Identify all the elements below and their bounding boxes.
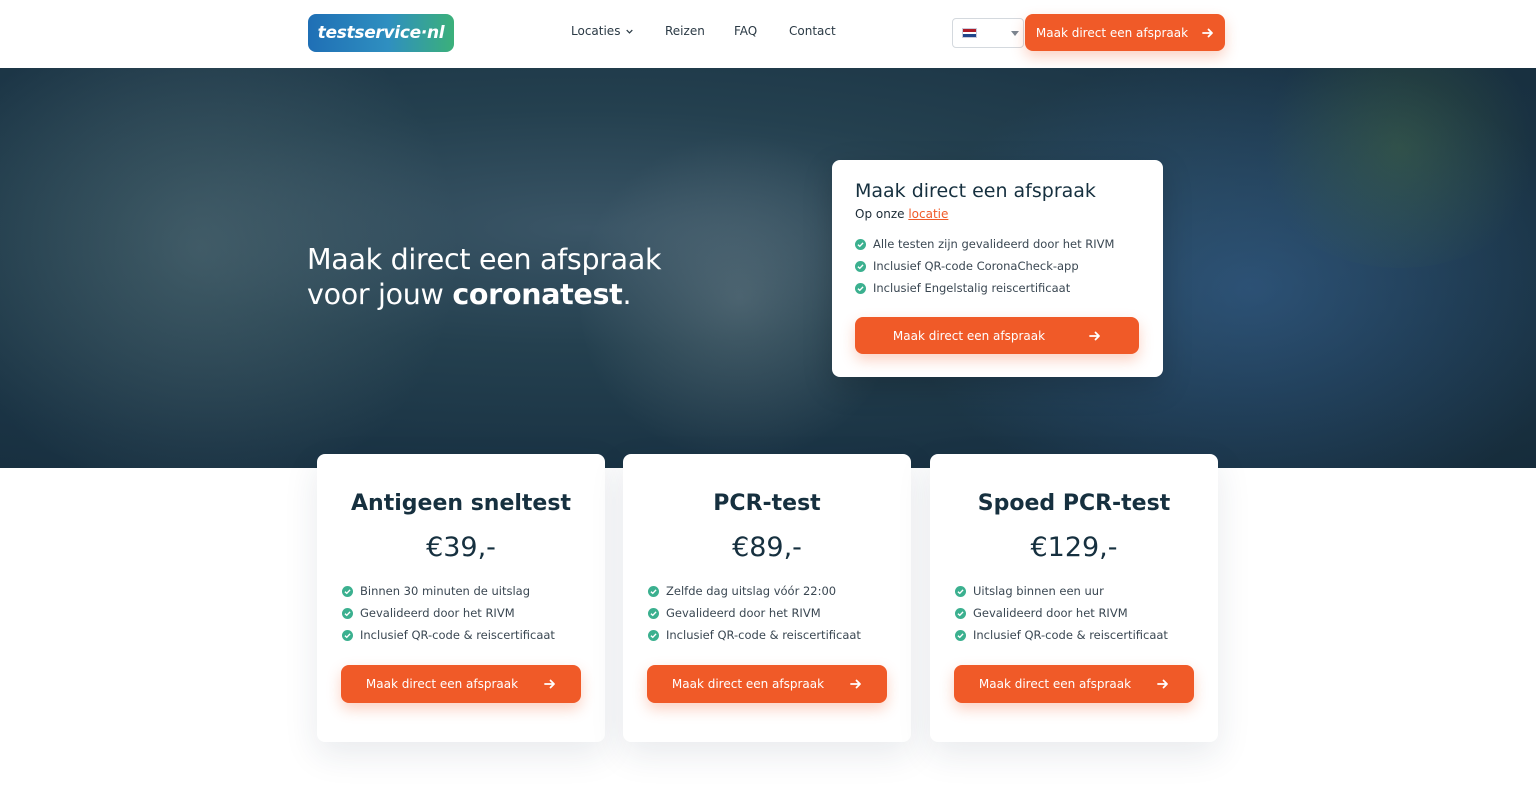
feature-text: Inclusief QR-code & reiscertificaat	[360, 628, 555, 642]
nav-item-label: FAQ	[734, 24, 758, 38]
check-circle-icon	[648, 607, 659, 619]
hero-heading-emphasis: coronatest	[452, 278, 623, 311]
hero-heading: Maak direct een afspraak voor jouw coron…	[307, 242, 727, 312]
card-title: Spoed PCR-test	[977, 491, 1171, 516]
check-circle-icon	[648, 585, 659, 597]
feature-text: Binnen 30 minuten de uitslag	[360, 584, 531, 598]
language-select[interactable]	[952, 18, 1024, 48]
arrow-right-icon	[1202, 28, 1213, 37]
feature-item: Uitslag binnen een uur	[955, 580, 1168, 602]
arrow-right-icon	[850, 679, 861, 689]
feature-text: Gevalideerd door het RIVM	[973, 606, 1128, 620]
feature-text: Gevalideerd door het RIVM	[360, 606, 515, 620]
feature-item: Inclusief QR-code & reiscertificaat	[955, 624, 1168, 646]
button-label: Maak direct een afspraak	[365, 677, 519, 691]
card-price: €39,-	[426, 532, 496, 563]
feature-item: Inclusief Engelstalig reiscertificaat	[855, 277, 1114, 299]
card-features: Uitslag binnen een uur Gevalideerd door …	[955, 580, 1168, 646]
check-circle-icon	[855, 260, 866, 272]
arrow-right-icon	[1157, 679, 1168, 689]
header-appointment-button[interactable]: Maak direct een afspraak	[1025, 14, 1225, 51]
card-title: PCR-test	[713, 491, 821, 516]
card-appointment-button[interactable]: Maak direct een afspraak	[954, 665, 1194, 703]
nav-item-contact[interactable]: Contact	[789, 24, 836, 38]
arrow-right-icon	[544, 679, 555, 689]
check-circle-icon	[342, 629, 353, 641]
location-link[interactable]: locatie	[908, 207, 948, 221]
hero-heading-suffix: .	[622, 278, 632, 311]
nav-item-locaties[interactable]: Locaties	[571, 24, 634, 38]
hero-section	[0, 68, 1536, 468]
nl-flag-icon	[962, 28, 977, 38]
check-circle-icon	[648, 629, 659, 641]
feature-text: Uitslag binnen een uur	[973, 584, 1104, 598]
button-label: Maak direct een afspraak	[978, 677, 1132, 691]
card-title: Antigeen sneltest	[351, 491, 571, 516]
subtitle-text: Op onze	[855, 207, 909, 221]
feature-text: Zelfde dag uitslag vóór 22:00	[666, 584, 837, 598]
feature-item: Inclusief QR-code & reiscertificaat	[648, 624, 861, 646]
card-price: €129,-	[1030, 532, 1118, 563]
nav-item-reizen[interactable]: Reizen	[665, 24, 705, 38]
chevron-down-icon	[626, 29, 634, 34]
card-features: Binnen 30 minuten de uitslag Gevalideerd…	[342, 580, 555, 646]
arrow-right-icon	[1089, 331, 1100, 340]
hero-heading-line1: Maak direct een afspraak	[307, 243, 662, 276]
button-label: Maak direct een afspraak	[1035, 25, 1189, 40]
caret-down-icon	[1011, 31, 1019, 36]
feature-text: Inclusief QR-code CoronaCheck-app	[873, 259, 1079, 273]
hero-heading-line2: voor jouw	[307, 278, 453, 311]
check-circle-icon	[955, 585, 966, 597]
button-label: Maak direct een afspraak	[892, 328, 1046, 343]
site-header: testservice·nl Locaties Reizen FAQ Conta…	[0, 0, 1536, 68]
hero-card-subtitle: Op onze locatie	[855, 207, 948, 221]
feature-item: Gevalideerd door het RIVM	[648, 602, 861, 624]
feature-text: Gevalideerd door het RIVM	[666, 606, 821, 620]
feature-item: Gevalideerd door het RIVM	[342, 602, 555, 624]
feature-text: Alle testen zijn gevalideerd door het RI…	[873, 237, 1115, 251]
card-price: €89,-	[732, 532, 802, 563]
check-circle-icon	[855, 238, 866, 250]
check-circle-icon	[955, 607, 966, 619]
hero-appointment-card: Maak direct een afspraak Op onze locatie…	[832, 160, 1163, 377]
hero-card-features: Alle testen zijn gevalideerd door het RI…	[855, 233, 1114, 299]
check-circle-icon	[855, 282, 866, 294]
feature-text: Inclusief QR-code & reiscertificaat	[973, 628, 1168, 642]
feature-item: Gevalideerd door het RIVM	[955, 602, 1168, 624]
card-features: Zelfde dag uitslag vóór 22:00 Gevalideer…	[648, 580, 861, 646]
card-appointment-button[interactable]: Maak direct een afspraak	[647, 665, 887, 703]
nav-item-faq[interactable]: FAQ	[734, 24, 757, 38]
hero-appointment-button[interactable]: Maak direct een afspraak	[855, 317, 1139, 354]
feature-item: Inclusief QR-code CoronaCheck-app	[855, 255, 1114, 277]
check-circle-icon	[342, 607, 353, 619]
feature-item: Zelfde dag uitslag vóór 22:00	[648, 580, 861, 602]
price-card-antigeen: Antigeen sneltest €39,- Binnen 30 minute…	[317, 454, 605, 742]
feature-item: Alle testen zijn gevalideerd door het RI…	[855, 233, 1114, 255]
feature-text: Inclusief Engelstalig reiscertificaat	[873, 281, 1071, 295]
feature-item: Inclusief QR-code & reiscertificaat	[342, 624, 555, 646]
nav-item-label: Reizen	[665, 24, 705, 38]
check-circle-icon	[342, 585, 353, 597]
check-circle-icon	[955, 629, 966, 641]
price-card-pcr: PCR-test €89,- Zelfde dag uitslag vóór 2…	[623, 454, 911, 742]
card-appointment-button[interactable]: Maak direct een afspraak	[341, 665, 581, 703]
nav-item-label: Locaties	[571, 24, 621, 38]
feature-item: Binnen 30 minuten de uitslag	[342, 580, 555, 602]
feature-text: Inclusief QR-code & reiscertificaat	[666, 628, 861, 642]
hero-card-title: Maak direct een afspraak	[855, 180, 1096, 202]
site-logo[interactable]: testservice·nl	[308, 14, 454, 52]
price-card-spoed-pcr: Spoed PCR-test €129,- Uitslag binnen een…	[930, 454, 1218, 742]
button-label: Maak direct een afspraak	[671, 677, 825, 691]
nav-item-label: Contact	[789, 24, 836, 38]
